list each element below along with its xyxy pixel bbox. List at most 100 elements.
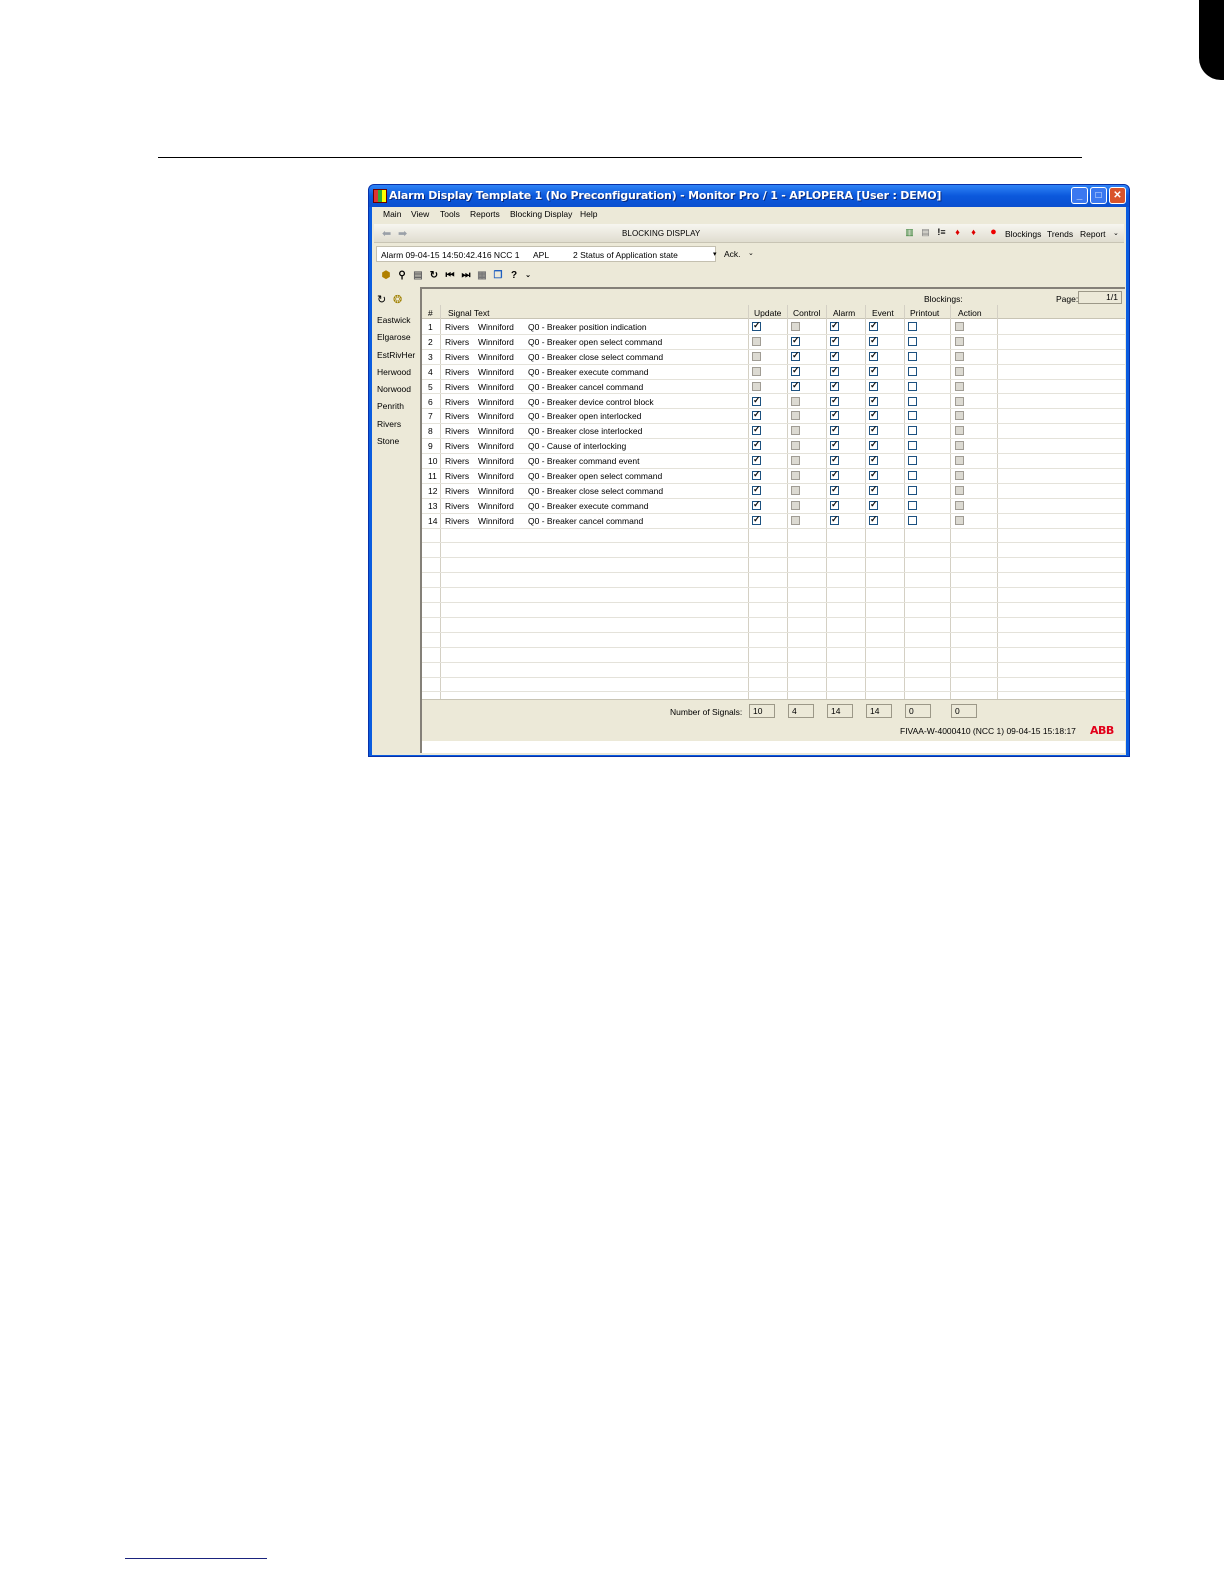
toolbar-overflow-icon[interactable]: ⌄	[1113, 229, 1119, 237]
trends-link[interactable]: Trends	[1047, 229, 1073, 239]
action-checkbox[interactable]	[955, 441, 964, 451]
maximize-button[interactable]: □	[1090, 187, 1107, 204]
print-icon[interactable]: ▤	[920, 227, 931, 238]
blockings-link[interactable]: Blockings	[1005, 229, 1041, 239]
update-checkbox[interactable]	[752, 484, 761, 495]
printout-checkbox[interactable]	[908, 426, 917, 436]
action-checkbox[interactable]	[955, 456, 964, 466]
action-checkbox[interactable]	[955, 411, 964, 421]
table-row[interactable]	[422, 588, 1125, 604]
menu-help[interactable]: Help	[580, 209, 597, 219]
printout-checkbox[interactable]	[908, 456, 917, 466]
printout-checkbox[interactable]	[908, 485, 917, 495]
event-checkbox[interactable]	[869, 484, 878, 495]
menu-reports[interactable]: Reports	[470, 209, 500, 219]
printout-checkbox[interactable]	[908, 322, 917, 331]
sidebar-item-penrith[interactable]: Penrith	[377, 401, 404, 411]
menu-main[interactable]: Main	[383, 209, 401, 219]
printout-checkbox[interactable]	[908, 515, 917, 525]
control-checkbox[interactable]	[791, 396, 800, 406]
print-icon[interactable]: ▤	[412, 270, 424, 282]
event-checkbox[interactable]	[869, 439, 878, 451]
event-checkbox[interactable]	[869, 365, 878, 376]
event-checkbox[interactable]	[869, 320, 878, 331]
action-checkbox[interactable]	[955, 396, 964, 406]
event-checkbox[interactable]	[869, 335, 878, 346]
control-checkbox[interactable]	[791, 471, 800, 480]
table-row[interactable]: 1 Rivers Winniford Q0 - Breaker position in…	[422, 320, 1125, 335]
ack-overflow-icon[interactable]: ⌄	[748, 249, 754, 257]
table-row[interactable]: 11 Rivers Winniford Q0 - Breaker open selec…	[422, 469, 1125, 484]
table-row[interactable]	[422, 529, 1125, 544]
table-row[interactable]	[422, 603, 1125, 618]
update-checkbox[interactable]	[752, 395, 761, 406]
forward-arrow-icon[interactable]: ➡	[398, 227, 407, 240]
update-checkbox[interactable]	[752, 351, 761, 361]
table-row[interactable]: 5 Rivers Winniford Q0 - Breaker cancel comm…	[422, 380, 1125, 395]
printout-checkbox[interactable]	[908, 351, 917, 361]
table-row[interactable]: 3 Rivers Winniford Q0 - Breaker close selec…	[422, 350, 1125, 365]
action-checkbox[interactable]	[955, 515, 964, 525]
alarm-selector[interactable]: Alarm 09-04-15 14:50:42.416 NCC 1 APL 2 …	[376, 246, 717, 262]
toolbar-overflow-icon[interactable]: ⌄	[522, 270, 534, 282]
alarm-checkbox[interactable]	[830, 424, 839, 436]
table-row[interactable]: 4 Rivers Winniford Q0 - Breaker execute com…	[422, 365, 1125, 380]
refresh-icon[interactable]: ↻	[428, 270, 440, 282]
table-row[interactable]	[422, 618, 1125, 633]
action-checkbox[interactable]	[955, 336, 964, 346]
last-page-icon[interactable]: ⏭	[460, 270, 472, 282]
table-row[interactable]	[422, 663, 1125, 678]
control-checkbox[interactable]	[791, 441, 800, 451]
dropdown-arrow-icon[interactable]: ▾	[713, 250, 717, 258]
action-checkbox[interactable]	[955, 322, 964, 331]
action-checkbox[interactable]	[955, 381, 964, 391]
printout-checkbox[interactable]	[908, 381, 917, 391]
close-button[interactable]: ✕	[1109, 187, 1126, 204]
event-checkbox[interactable]	[869, 380, 878, 391]
first-page-icon[interactable]: ⏮	[444, 270, 456, 282]
title-bar[interactable]: Alarm Display Template 1 (No Preconfigur…	[369, 185, 1129, 207]
control-checkbox[interactable]	[791, 485, 800, 495]
col-action[interactable]: Action	[958, 308, 982, 318]
action-checkbox[interactable]	[955, 500, 964, 510]
col-update[interactable]: Update	[754, 308, 781, 318]
copy-icon[interactable]: ❐	[492, 270, 504, 282]
table-row[interactable]: 10 Rivers Winniford Q0 - Breaker command ev…	[422, 454, 1125, 469]
update-checkbox[interactable]	[752, 424, 761, 436]
table-row[interactable]: 12 Rivers Winniford Q0 - Breaker close sele…	[422, 484, 1125, 499]
col-signal-text[interactable]: Signal Text	[448, 308, 489, 318]
action-checkbox[interactable]	[955, 366, 964, 376]
select-all-icon[interactable]: ▦	[476, 270, 488, 282]
printout-checkbox[interactable]	[908, 411, 917, 421]
table-row[interactable]: 8 Rivers Winniford Q0 - Breaker close inter…	[422, 424, 1125, 440]
report-link[interactable]: Report	[1080, 229, 1106, 239]
table-row[interactable]: 14 Rivers Winniford Q0 - Breaker cancel com…	[422, 514, 1125, 529]
update-checkbox[interactable]	[752, 409, 761, 421]
menu-view[interactable]: View	[411, 209, 429, 219]
control-checkbox[interactable]	[791, 426, 800, 436]
table-row[interactable]: 13 Rivers Winniford Q0 - Breaker execute co…	[422, 499, 1125, 514]
printout-checkbox[interactable]	[908, 366, 917, 376]
table-row[interactable]	[422, 558, 1125, 574]
sidebar-item-estrivher[interactable]: EstRivHer	[377, 350, 415, 360]
update-checkbox[interactable]	[752, 499, 761, 510]
alarm-checkbox[interactable]	[830, 499, 839, 510]
help-icon[interactable]: ?	[508, 270, 520, 282]
action-checkbox[interactable]	[955, 471, 964, 480]
table-row[interactable]: 2 Rivers Winniford Q0 - Breaker open select…	[422, 335, 1125, 350]
sidebar-item-rivers[interactable]: Rivers	[377, 419, 401, 429]
update-checkbox[interactable]	[752, 381, 761, 391]
alarm-checkbox[interactable]	[830, 409, 839, 421]
col-num[interactable]: #	[428, 308, 433, 318]
alarm-checkbox[interactable]	[830, 395, 839, 406]
event-checkbox[interactable]	[869, 409, 878, 421]
alarm-checkbox[interactable]	[830, 350, 839, 361]
update-checkbox[interactable]	[752, 366, 761, 376]
control-checkbox[interactable]	[791, 380, 800, 391]
printout-checkbox[interactable]	[908, 441, 917, 451]
update-checkbox[interactable]	[752, 514, 761, 525]
alarm-checkbox[interactable]	[830, 514, 839, 525]
table-row[interactable]	[422, 544, 1125, 559]
ack-button[interactable]: Ack.	[724, 249, 741, 259]
alarm-checkbox[interactable]	[830, 380, 839, 391]
